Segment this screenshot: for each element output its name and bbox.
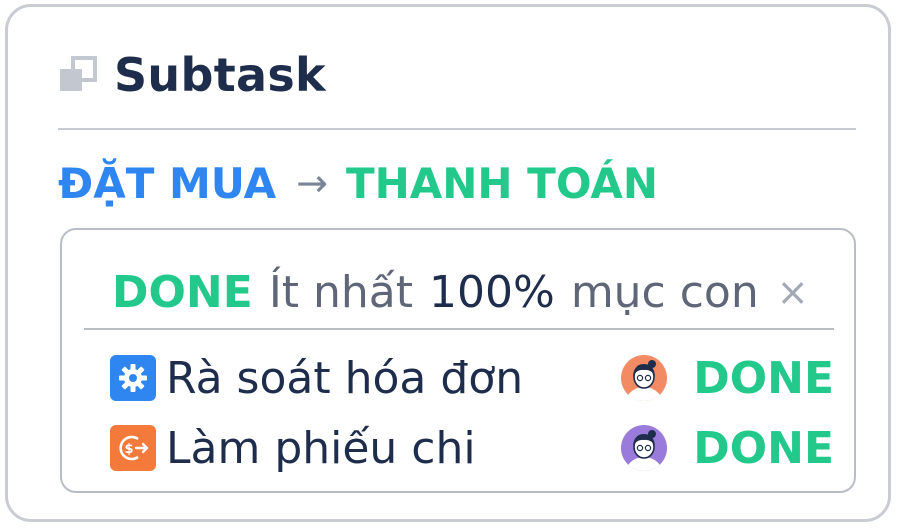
to-status: THANH TOÁN — [345, 158, 659, 208]
status-transition: ĐẶT MUA → THANH TOÁN — [58, 155, 658, 211]
condition-text-after: mục con — [570, 266, 759, 318]
list-item[interactable]: $ Làm phiếu chi DONE — [110, 418, 834, 478]
condition-value[interactable]: 100% — [429, 267, 555, 318]
header-divider — [58, 128, 856, 130]
subtask-icon — [60, 56, 97, 91]
card-header: Subtask — [58, 47, 326, 103]
subtask-card: Subtask ĐẶT MUA → THANH TOÁN DONE Ít nhấ… — [5, 4, 891, 522]
gear-icon — [110, 355, 156, 401]
from-status: ĐẶT MUA — [58, 158, 277, 208]
payment-icon: $ — [110, 425, 156, 471]
arrow-right-icon: → — [296, 161, 328, 205]
avatar — [621, 355, 668, 401]
list-item-status: DONE — [693, 422, 834, 474]
close-icon[interactable]: × — [777, 270, 809, 314]
condition-rule: DONE Ít nhất 100% mục con × — [112, 264, 809, 320]
list-item[interactable]: Rà soát hóa đơn DONE — [110, 348, 834, 408]
condition-divider — [84, 328, 834, 330]
card-title: Subtask — [114, 48, 326, 102]
condition-panel: DONE Ít nhất 100% mục con × Rà soát hóa … — [60, 228, 856, 493]
condition-status: DONE — [112, 266, 253, 318]
condition-text-before: Ít nhất — [268, 266, 414, 318]
list-item-status: DONE — [693, 352, 834, 404]
avatar — [621, 425, 668, 471]
list-item-label: Làm phiếu chi — [166, 422, 476, 474]
list-item-label: Rà soát hóa đơn — [166, 352, 524, 404]
svg-text:$: $ — [124, 442, 133, 457]
